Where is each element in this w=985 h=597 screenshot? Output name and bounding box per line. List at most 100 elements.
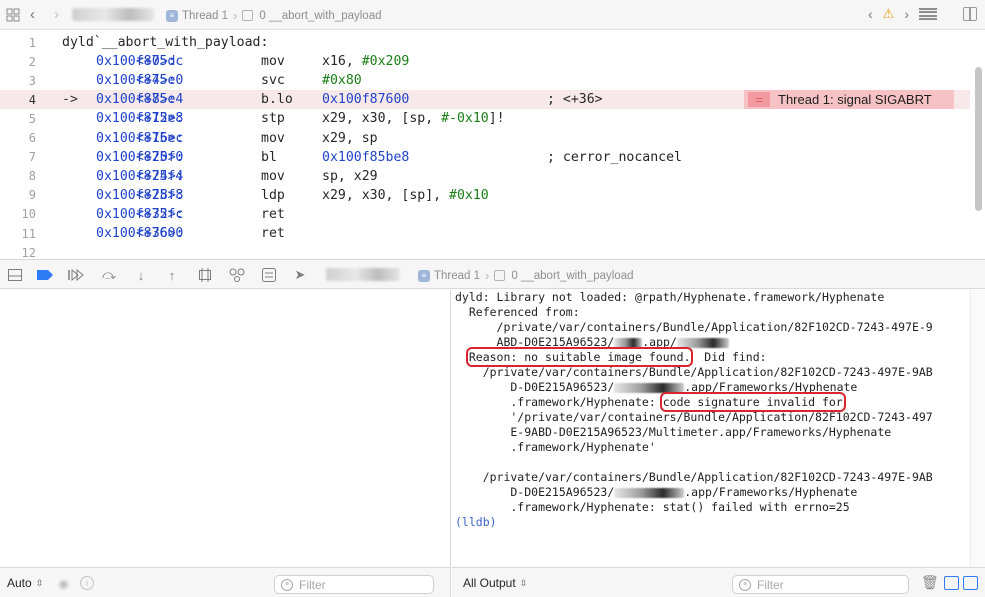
show-variables-pane-icon[interactable] <box>944 576 959 590</box>
continue-icon[interactable] <box>67 266 85 284</box>
current-instruction-line[interactable]: 4 -> 0x100f875e4 <+8>: b.lo 0x100f87600; <+36… <box>0 90 970 110</box>
debug-bar: ⤼ ↓ ↑ ➤ ≡ Thread 1 › 0 __abort_with_payl… <box>0 259 985 289</box>
breakpoints-toggle-icon[interactable] <box>36 266 54 284</box>
code-line[interactable]: 8 0x100f875f4 <+24>: mov sp, x29 <box>0 167 970 186</box>
thread-icon: ≡ <box>166 9 178 22</box>
editor-right-tools: ‹ ⚠ › <box>868 6 977 22</box>
console-text: (lldb) <box>455 515 497 529</box>
debug-breadcrumb-frame[interactable]: 0 __abort_with_payload <box>511 270 633 282</box>
console-text: E-9ABD-D0E215A96523/Multimeter.app/Frame… <box>455 425 892 439</box>
instruction-offset: <+20>: <box>136 149 184 165</box>
filter-icon: ≡ <box>281 578 293 591</box>
code-line[interactable]: 6 0x100f875ec <+16>: mov x29, sp <box>0 129 970 148</box>
console-text: .framework/Hyphenate' <box>455 440 656 454</box>
view-hierarchy-icon[interactable] <box>196 266 214 284</box>
redacted-app-name <box>614 487 685 498</box>
instruction-offset: <+36>: <box>136 226 184 241</box>
console-text: ABD-D0E215A96523/ <box>455 335 615 349</box>
instruction-operands: sp, x29 <box>322 169 378 184</box>
console-text: .framework/Hyphenate: stat() failed with… <box>455 500 850 514</box>
info-icon[interactable]: i <box>80 576 94 590</box>
previous-issue-icon[interactable]: ‹ <box>868 6 873 22</box>
code-line[interactable]: 2 0x100f875dc <+0>: mov x16, #0x209 <box>0 52 970 71</box>
step-out-icon[interactable]: ↑ <box>163 266 181 284</box>
console-line: .framework/Hyphenate' <box>455 440 656 455</box>
popup-chevron-icon: ⇳ <box>35 577 44 588</box>
line-number: 10 <box>21 207 36 222</box>
redacted-project-name[interactable] <box>72 8 154 21</box>
environment-overrides-icon[interactable] <box>260 266 278 284</box>
error-annotation-text: Thread 1: signal SIGABRT <box>778 92 932 108</box>
variables-view[interactable] <box>0 290 451 567</box>
instruction-opcode: b.lo <box>261 92 293 108</box>
instruction-opcode: mov <box>261 130 285 146</box>
console-output[interactable]: dyld: Library not loaded: @rpath/Hyphena… <box>452 290 985 567</box>
line-number: 7 <box>28 150 36 165</box>
simulate-location-icon[interactable]: ➤ <box>291 266 309 284</box>
memory-graph-icon[interactable] <box>228 266 246 284</box>
code-line[interactable]: 10 0x100f875fc <+32>: ret <box>0 205 970 224</box>
console-line: .framework/Hyphenate: stat() failed with… <box>455 500 850 515</box>
console-output-popup[interactable]: All Output ⇳ <box>463 576 527 590</box>
breadcrumb-thread[interactable]: Thread 1 <box>182 10 228 22</box>
instruction-offset: <+0>: <box>136 54 176 70</box>
filter-icon: ≡ <box>739 578 751 591</box>
error-annotation-badge[interactable]: = Thread 1: signal SIGABRT <box>744 90 954 110</box>
stack-frame-icon <box>242 10 254 21</box>
trash-icon[interactable]: 🗑 <box>921 574 939 591</box>
console-text: dyld: Library not loaded: @rpath/Hyphena… <box>455 290 885 304</box>
instruction-opcode: svc <box>261 73 285 89</box>
variables-scope-label: Auto <box>7 576 32 590</box>
variables-filter-field[interactable]: ≡ Filter <box>274 575 434 594</box>
debug-breadcrumb-thread[interactable]: Thread 1 <box>434 270 480 282</box>
split-editor-icon[interactable] <box>963 7 977 21</box>
code-line[interactable]: 11 0x100f87600 <+36>: ret <box>0 224 970 243</box>
hide-debug-area-icon[interactable] <box>6 266 24 284</box>
line-number: 4 <box>28 92 36 107</box>
line-number: 1 <box>28 35 36 50</box>
variables-scope-popup[interactable]: Auto ⇳ <box>7 576 43 590</box>
step-over-icon[interactable]: ⤼ <box>100 266 118 284</box>
next-issue-icon[interactable]: › <box>904 6 909 22</box>
console-filter-placeholder: Filter <box>757 577 784 592</box>
code-line[interactable]: 9 0x100f875f8 <+28>: ldp x29, x30, [sp], #0x… <box>0 186 970 205</box>
console-filter-bar: All Output ⇳ ≡ Filter 🗑 <box>452 567 985 597</box>
forward-icon[interactable]: › <box>54 6 59 23</box>
show-console-pane-icon[interactable] <box>963 576 978 590</box>
code-line[interactable]: 5 0x100f875e8 <+12>: stp x29, x30, [sp, #-0x… <box>0 109 970 128</box>
code-line[interactable]: 3 0x100f875e0 <+4>: svc #0x80 <box>0 71 970 90</box>
immediate-value: #0x209 <box>361 54 410 70</box>
warning-icon[interactable]: ⚠ <box>883 6 895 22</box>
console-text: .app/Frameworks/Hyphenate <box>684 380 858 394</box>
operand-text: ]! <box>488 111 505 127</box>
instruction-opcode: ret <box>261 226 285 241</box>
line-number: 8 <box>28 169 36 184</box>
console-line: dyld: Library not loaded: @rpath/Hyphena… <box>455 290 884 305</box>
immediate-value: #0x10 <box>449 187 489 203</box>
editor-scrollbar[interactable] <box>975 67 982 211</box>
instruction-offset: <+12>: <box>136 111 184 127</box>
error-annotation-icon: = <box>748 92 770 108</box>
operand-text: x29, x30, [sp], <box>322 187 450 203</box>
console-text: Referenced from: <box>455 305 580 319</box>
back-icon[interactable]: ‹ <box>30 6 35 23</box>
function-label: dyld`__abort_with_payload: <box>62 35 269 50</box>
console-text: '/private/var/containers/Bundle/Applicat… <box>455 410 933 424</box>
instruction-opcode: ret <box>261 206 285 222</box>
redacted-app-name <box>614 337 643 348</box>
code-line[interactable]: 7 0x100f875f0 <+20>: bl 0x100f85be8; cerror_… <box>0 148 970 167</box>
redacted-target-name[interactable] <box>326 268 400 281</box>
console-filter-field[interactable]: ≡ Filter <box>732 575 909 594</box>
related-items-icon[interactable] <box>919 8 937 20</box>
instruction-comment: ; cerror_nocancel <box>547 149 682 165</box>
console-line: /private/var/containers/Bundle/Applicati… <box>455 470 933 485</box>
code-line[interactable]: 1 dyld`__abort_with_payload: <box>0 33 970 52</box>
grid-icon[interactable] <box>6 8 20 22</box>
instruction-offset: <+28>: <box>136 187 184 203</box>
console-scrollbar[interactable] <box>970 290 985 567</box>
pc-arrow: -> <box>62 92 78 108</box>
breadcrumb-frame[interactable]: 0 __abort_with_payload <box>259 10 381 22</box>
disassembly-editor[interactable]: 1 dyld`__abort_with_payload: 2 0x100f875dc <… <box>0 31 985 260</box>
eye-icon[interactable]: ◉ <box>58 576 69 592</box>
step-into-icon[interactable]: ↓ <box>132 266 150 284</box>
